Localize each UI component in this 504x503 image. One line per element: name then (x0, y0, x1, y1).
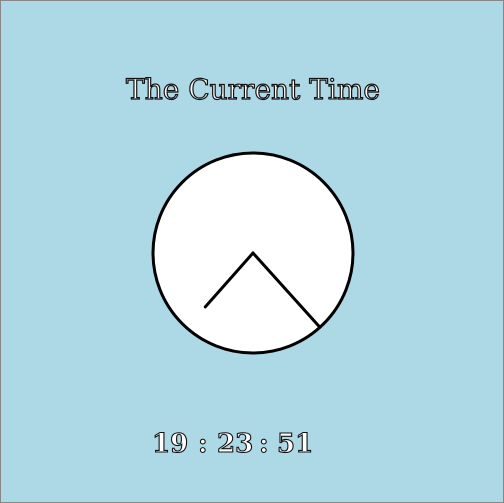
digital-time: 19 : 23 : 51 (1, 428, 504, 463)
analog-clock (151, 151, 355, 355)
digital-minutes: 23 (216, 428, 254, 459)
digital-separator: : (197, 428, 208, 459)
page-title: The Current Time (125, 72, 380, 106)
clock-window: The Current Time 19 : 23 : 51 (0, 0, 504, 503)
digital-separator: : (258, 428, 269, 459)
digital-hours: 19 (151, 428, 189, 459)
digital-seconds: 51 (276, 428, 314, 459)
